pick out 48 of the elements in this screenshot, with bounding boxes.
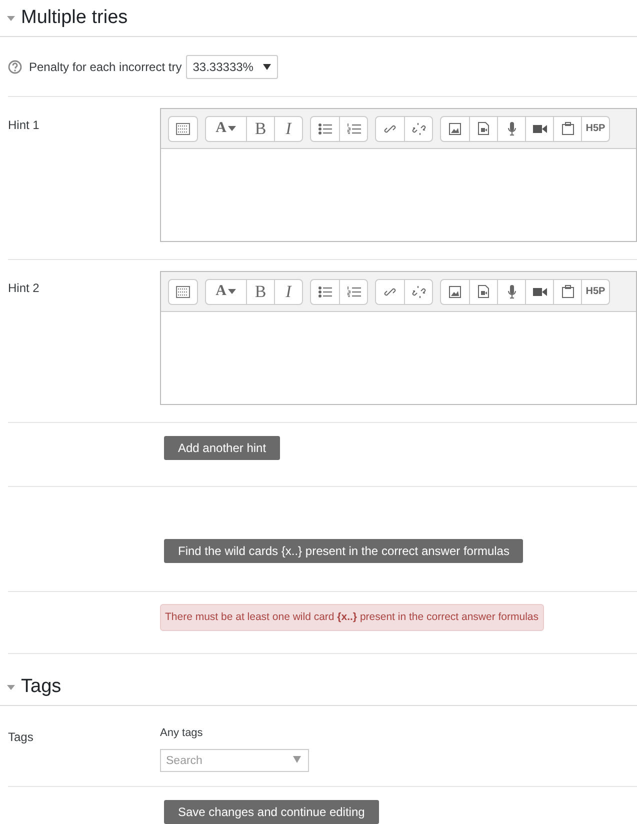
help-icon[interactable]	[8, 60, 22, 74]
link-icon[interactable]	[384, 286, 396, 298]
italic-button[interactable]: I	[274, 116, 302, 140]
broken-link-icon[interactable]	[412, 122, 426, 136]
font-color-button[interactable]: A	[206, 280, 246, 304]
image-icon[interactable]	[449, 286, 461, 298]
numbered-list-icon[interactable]	[346, 122, 360, 134]
field-label: Hint 1	[8, 118, 40, 132]
document-icon[interactable]	[478, 122, 489, 135]
error-message: There must be at least one wild card {x..} present in the correct answer formulas	[160, 604, 544, 631]
collapse-toggle-icon[interactable]	[6, 682, 16, 692]
tag-search-field[interactable]: Search	[160, 749, 309, 772]
bulleted-list-icon[interactable]	[318, 122, 332, 134]
image-icon[interactable]	[449, 122, 461, 134]
keyboard-icon[interactable]	[176, 286, 190, 298]
h5p-button[interactable]: H5P	[581, 116, 609, 140]
video-camera-icon[interactable]	[532, 286, 546, 296]
save-button[interactable]: Save changes and continue editing	[164, 800, 379, 824]
field-label: Penalty for each incorrect try	[29, 58, 182, 76]
keyboard-icon[interactable]	[176, 122, 190, 134]
dropdown-arrow-icon	[263, 64, 272, 70]
field-label: Hint 2	[8, 281, 40, 295]
clipboard-icon[interactable]	[562, 122, 574, 135]
h5p-button[interactable]: H5P	[581, 280, 609, 304]
video-camera-icon[interactable]	[532, 124, 546, 134]
section-title[interactable]: Multiple tries	[21, 4, 128, 32]
dropdown-arrow-icon	[293, 756, 301, 762]
caret-icon	[228, 289, 236, 294]
link-icon[interactable]	[384, 122, 396, 134]
bulleted-list-icon[interactable]	[318, 286, 332, 298]
field-label: Any tags	[160, 726, 204, 741]
bold-button[interactable]: B	[246, 280, 274, 304]
document-icon[interactable]	[478, 285, 489, 298]
broken-link-icon[interactable]	[412, 284, 426, 298]
clipboard-icon[interactable]	[562, 285, 574, 298]
italic-button[interactable]: I	[274, 280, 302, 304]
section-title[interactable]: Tags	[21, 672, 62, 702]
font-color-button[interactable]: A	[206, 116, 246, 140]
microphone-icon[interactable]	[508, 122, 516, 136]
numbered-list-icon[interactable]	[346, 286, 360, 298]
collapse-toggle-icon[interactable]	[6, 13, 16, 23]
microphone-icon[interactable]	[508, 284, 516, 298]
find-wildcards-button[interactable]: Find the wild cards {x..} present in the correct answer formulas	[164, 539, 524, 563]
add-hint-button[interactable]: Add another hint	[164, 436, 280, 460]
field-label: Tags	[8, 730, 34, 744]
penalty-dropdown[interactable]: 33.33333%	[186, 54, 278, 78]
caret-icon	[228, 126, 236, 131]
bold-button[interactable]: B	[246, 116, 274, 140]
